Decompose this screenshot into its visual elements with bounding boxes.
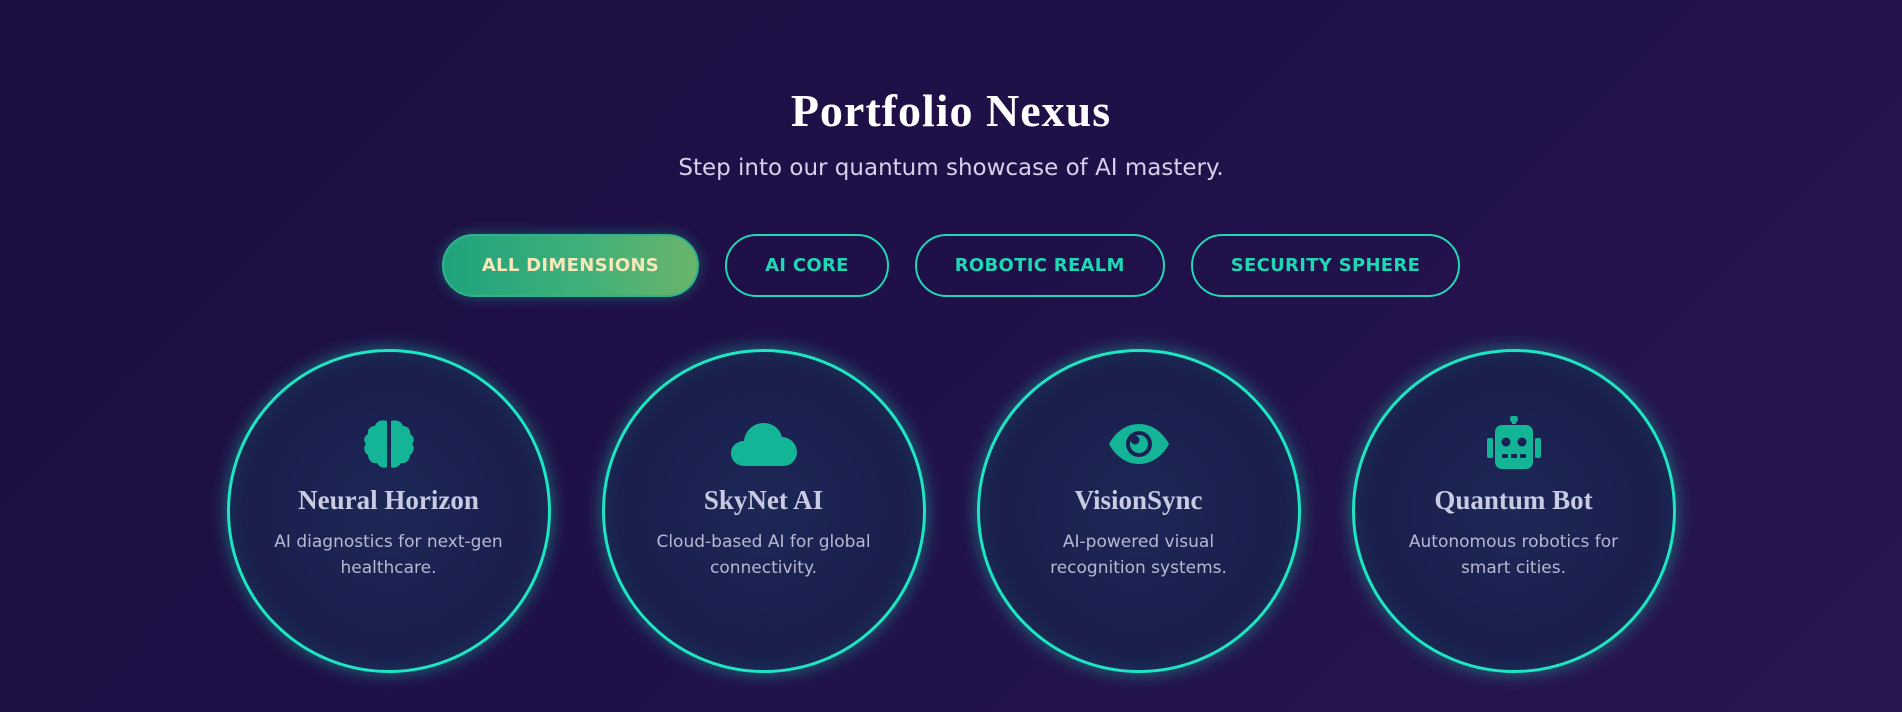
portfolio-card-skynet-ai[interactable]: SkyNet AI Cloud-based AI for global conn… [601, 349, 926, 673]
card-title: Quantum Bot [1434, 485, 1593, 515]
cloud-icon [730, 416, 797, 472]
page-title: Portfolio Nexus [790, 85, 1112, 136]
card-description: Autonomous robotics for smart cities. [1408, 532, 1619, 578]
card-description: Cloud-based AI for global connectivity. [656, 532, 871, 578]
brain-icon [356, 416, 422, 472]
filter-ai-core-button[interactable]: AI CORE [725, 234, 889, 297]
portfolio-grid: Neural Horizon AI diagnostics for next-g… [0, 349, 1902, 673]
card-title: Neural Horizon [298, 485, 479, 515]
card-title: VisionSync [1074, 485, 1203, 515]
portfolio-page: Portfolio Nexus Step into our quantum sh… [0, 0, 1902, 712]
portfolio-card-quantum-bot[interactable]: Quantum Bot Autonomous robotics for smar… [1351, 349, 1676, 673]
card-description: AI diagnostics for next-gen healthcare. [274, 532, 503, 578]
portfolio-card-visionsync[interactable]: VisionSync AI-powered visual recognition… [976, 349, 1301, 673]
portfolio-card-neural-horizon[interactable]: Neural Horizon AI diagnostics for next-g… [226, 349, 551, 673]
filter-security-sphere-button[interactable]: SECURITY SPHERE [1190, 234, 1461, 297]
eye-icon [1106, 416, 1172, 472]
page-subtitle: Step into our quantum showcase of AI mas… [678, 155, 1224, 181]
card-description: AI-powered visual recognition systems. [1050, 532, 1227, 578]
filter-robotic-realm-button[interactable]: ROBOTIC REALM [914, 234, 1165, 297]
robot-icon [1481, 416, 1547, 472]
card-title: SkyNet AI [703, 485, 824, 515]
filter-all-dimensions-button[interactable]: ALL DIMENSIONS [441, 234, 700, 297]
filter-bar: ALL DIMENSIONS AI CORE ROBOTIC REALM SEC… [0, 234, 1902, 297]
